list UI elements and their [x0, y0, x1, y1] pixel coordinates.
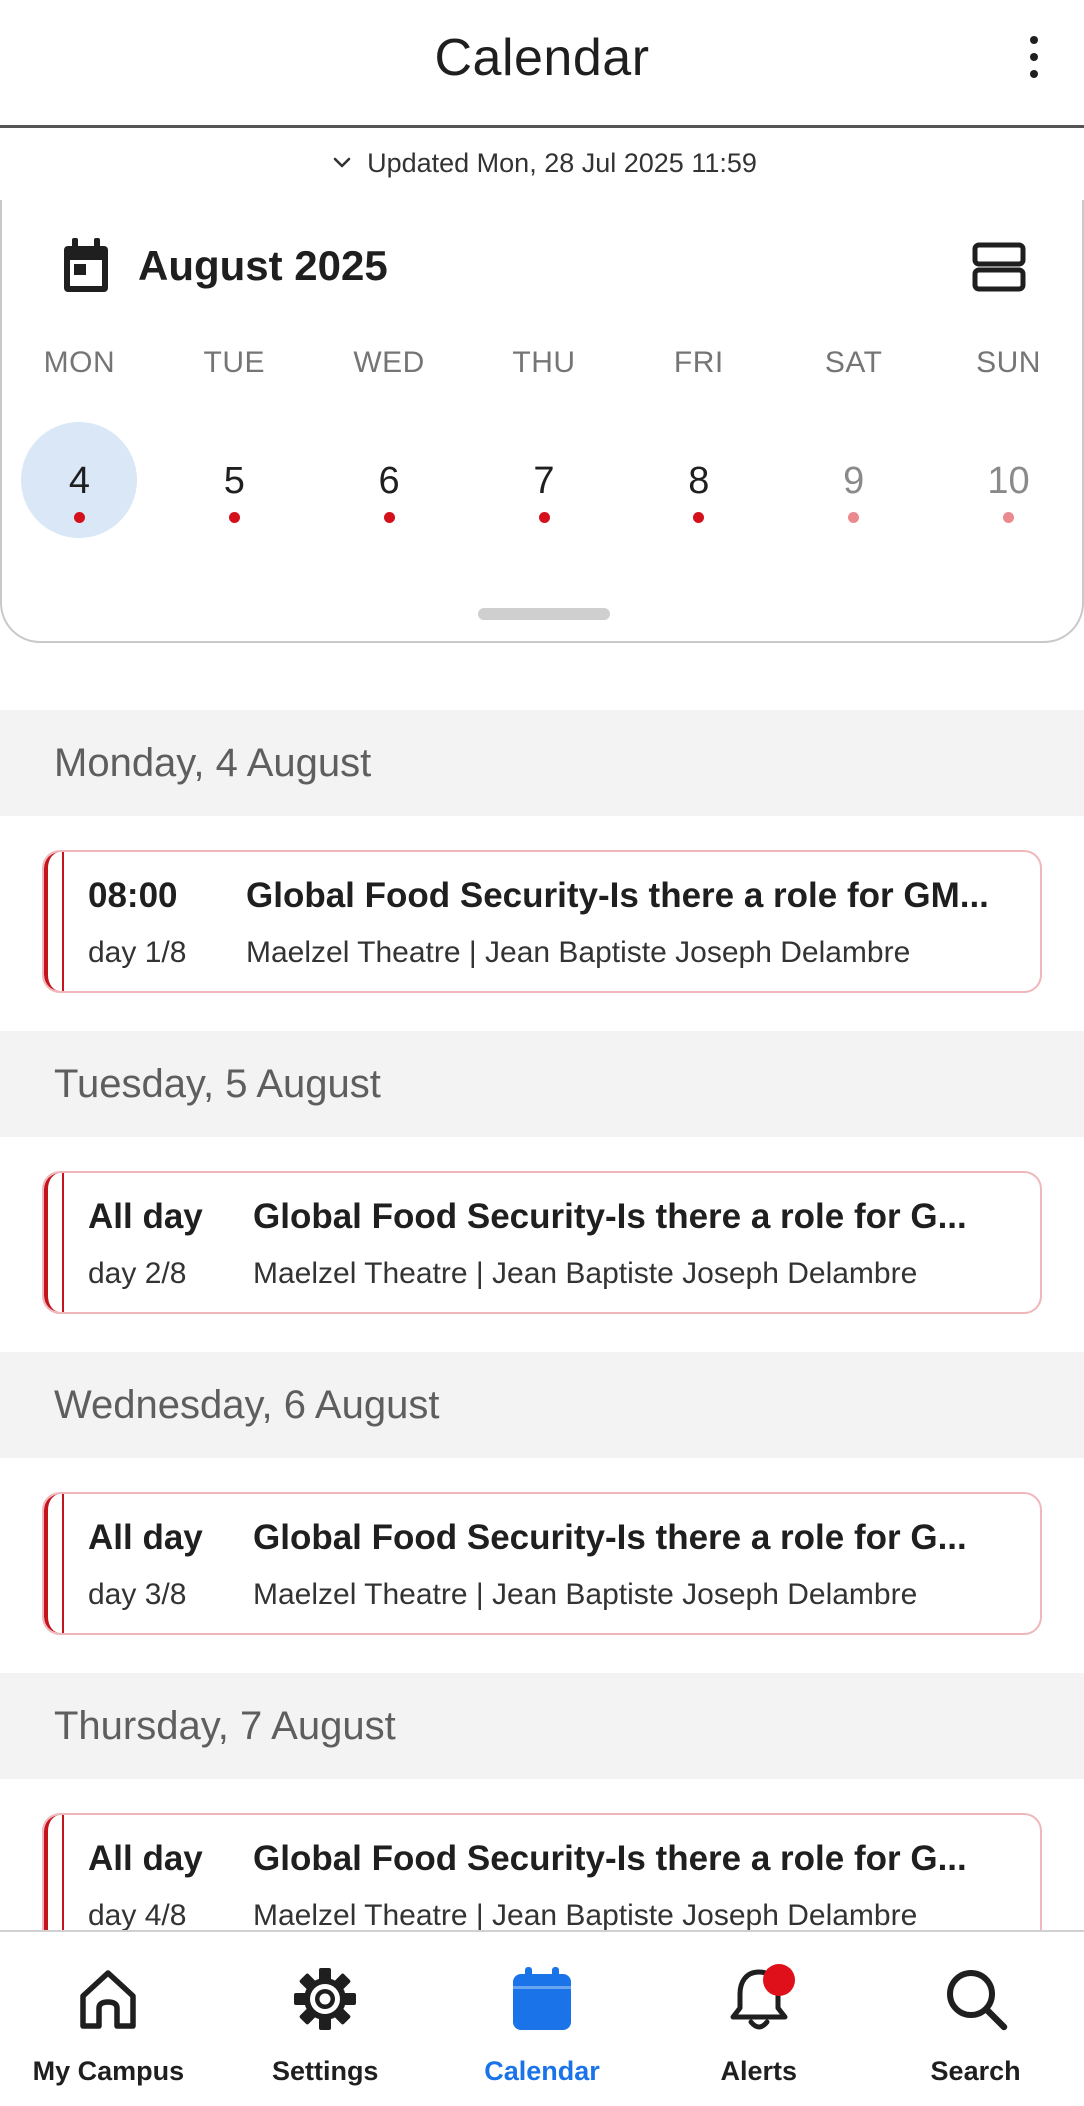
sync-status[interactable]: Updated Mon, 28 Jul 2025 11:59	[0, 146, 1084, 180]
agenda-day-section: Monday, 4 August 08:00 day 1/8 Global Fo…	[0, 710, 1084, 1031]
day-number: 6	[378, 460, 400, 502]
event-color-bar	[44, 1173, 64, 1312]
day-number: 4	[68, 460, 90, 502]
event-color-bar	[44, 1494, 64, 1633]
event-time: 08:00	[88, 876, 178, 915]
day-section-header: Thursday, 7 August	[0, 1673, 1084, 1779]
day-section-header: Tuesday, 5 August	[0, 1031, 1084, 1137]
calendar-icon	[60, 236, 112, 296]
event-dot	[1003, 512, 1015, 523]
day-section-header: Wednesday, 6 August	[0, 1352, 1084, 1458]
event-card[interactable]: 08:00 day 1/8 Global Food Security-Is th…	[42, 850, 1042, 993]
weekday-header: MON	[43, 346, 116, 379]
event-title: Global Food Security-Is there a role for…	[253, 1518, 967, 1557]
home-icon	[73, 1964, 143, 2034]
event-time: All day	[88, 1197, 203, 1236]
nav-item-search[interactable]: Search	[867, 1932, 1084, 2106]
nav-label: Calendar	[484, 2056, 600, 2086]
day-number: 8	[688, 460, 710, 502]
event-day-count: day 2/8	[88, 1257, 187, 1290]
week-calendar: August 2025 MON TUE WED THU FRI SAT SUN …	[0, 200, 1084, 643]
event-location: Maelzel Theatre | Jean Baptiste Joseph D…	[253, 1578, 918, 1611]
nav-label: Search	[930, 2056, 1021, 2086]
event-dot	[383, 512, 395, 523]
day-number: 5	[223, 460, 245, 502]
event-dot	[74, 512, 85, 523]
event-location: Maelzel Theatre | Jean Baptiste Joseph D…	[253, 1899, 918, 1932]
event-dot	[538, 512, 550, 523]
weekday-header: FRI	[673, 346, 724, 379]
event-color-bar	[44, 852, 64, 991]
more-vertical-icon[interactable]	[1024, 36, 1044, 78]
event-day-count: day 4/8	[88, 1899, 187, 1932]
page-title: Calendar	[434, 29, 650, 87]
month-label[interactable]: August 2025	[138, 242, 388, 290]
view-agenda-icon[interactable]	[972, 242, 1026, 292]
event-title: Global Food Security-Is there a role for…	[253, 1197, 967, 1236]
event-title: Global Food Security-Is there a role for…	[246, 876, 989, 915]
nav-label: Settings	[271, 2056, 379, 2086]
event-time: All day	[88, 1839, 203, 1878]
event-time: All day	[88, 1518, 203, 1557]
calendar-icon	[507, 1964, 577, 2034]
expand-drag-handle[interactable]	[478, 608, 610, 620]
day-section-header: Monday, 4 August	[0, 710, 1084, 816]
weekday-header: THU	[512, 346, 576, 379]
nav-label: My Campus	[32, 2056, 185, 2086]
weekday-header-row: MON TUE WED THU FRI SAT SUN	[2, 346, 1084, 380]
event-card[interactable]: All day day 2/8 Global Food Security-Is …	[42, 1171, 1042, 1314]
event-dot	[228, 512, 240, 523]
notification-badge	[762, 1964, 795, 1996]
agenda-day-section: Wednesday, 6 August All day day 3/8 Glob…	[0, 1352, 1084, 1673]
event-title: Global Food Security-Is there a role for…	[253, 1839, 967, 1878]
nav-item-calendar[interactable]: Calendar	[434, 1932, 651, 2106]
bottom-navigation: My Campus Settings Calendar Alerts Searc…	[0, 1930, 1084, 2106]
nav-item-alerts[interactable]: Alerts	[650, 1932, 867, 2106]
day-number: 9	[843, 460, 865, 502]
event-day-count: day 3/8	[88, 1578, 187, 1611]
weekday-header: SAT	[824, 346, 883, 379]
day-cell[interactable]: 6	[312, 422, 467, 538]
event-card[interactable]: All day day 3/8 Global Food Security-Is …	[42, 1492, 1042, 1635]
day-number: 10	[987, 460, 1030, 502]
day-cell[interactable]: 5	[157, 422, 312, 538]
day-cell[interactable]: 7	[467, 422, 622, 538]
event-day-count: day 1/8	[88, 936, 187, 969]
nav-item-my-campus[interactable]: My Campus	[0, 1932, 217, 2106]
day-number: 7	[533, 460, 555, 502]
day-cell[interactable]: 8	[621, 422, 776, 538]
sync-status-text: Updated Mon, 28 Jul 2025 11:59	[367, 147, 757, 178]
chevron-down-icon	[327, 148, 357, 178]
day-cell[interactable]: 10	[931, 422, 1084, 538]
app-bar: Calendar	[0, 0, 1084, 128]
gear-icon	[290, 1964, 360, 2034]
weekday-header: WED	[353, 346, 425, 379]
month-header: August 2025	[60, 236, 388, 296]
nav-label: Alerts	[720, 2056, 798, 2086]
weekday-header: TUE	[203, 346, 266, 379]
event-location: Maelzel Theatre | Jean Baptiste Joseph D…	[253, 1257, 918, 1290]
nav-item-settings[interactable]: Settings	[217, 1932, 434, 2106]
day-cell[interactable]: 4	[2, 422, 157, 538]
day-cell[interactable]: 9	[776, 422, 931, 538]
agenda-day-section: Tuesday, 5 August All day day 2/8 Global…	[0, 1031, 1084, 1352]
agenda-list: Monday, 4 August 08:00 day 1/8 Global Fo…	[0, 710, 1084, 1994]
event-location: Maelzel Theatre | Jean Baptiste Joseph D…	[246, 936, 911, 969]
weekday-header: SUN	[976, 346, 1041, 379]
search-icon	[941, 1964, 1011, 2034]
week-days-row: 4 5 6 7 8 9 10	[2, 422, 1084, 538]
